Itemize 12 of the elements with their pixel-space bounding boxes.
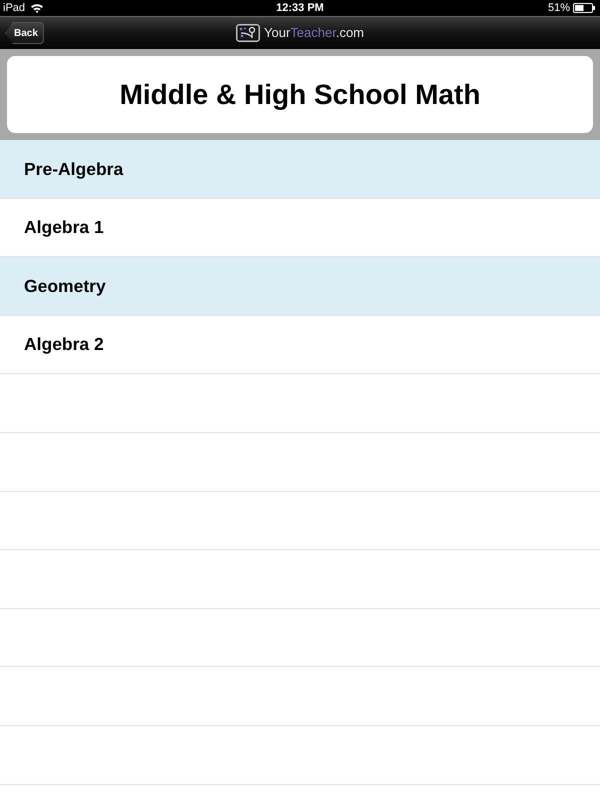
wifi-icon [30, 3, 44, 13]
list-item[interactable]: Pre-Algebra [0, 140, 600, 199]
logo-text: YourTeacher.com [264, 24, 364, 42]
device-name: iPad [3, 2, 26, 14]
back-button[interactable]: Back [5, 22, 44, 44]
logo-icon [236, 24, 260, 42]
clock-time: 12:33 PM [276, 2, 324, 14]
battery-percent: 51% [548, 2, 570, 14]
battery-icon [572, 3, 595, 13]
list-item[interactable]: Geometry [0, 257, 600, 316]
list-item[interactable]: Algebra 1 [0, 198, 600, 258]
page-title: Middle & High School Math [120, 78, 480, 112]
